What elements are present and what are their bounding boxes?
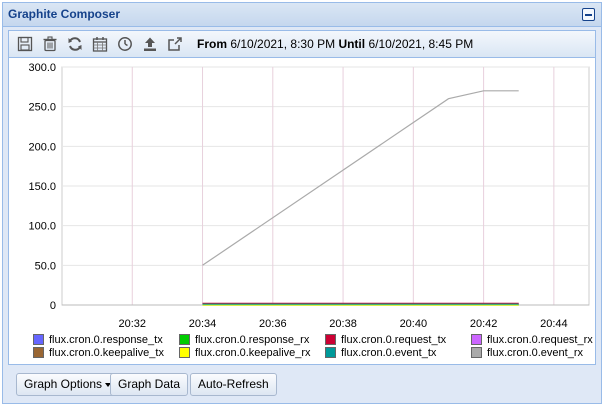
- graphite-composer-window: Graphite Composer From 6/10/2021, 8:30 P…: [2, 2, 602, 404]
- clock-icon[interactable]: [116, 35, 134, 53]
- legend-label: flux.cron.0.response_rx: [195, 334, 310, 346]
- graph-data-button[interactable]: Graph Data: [110, 373, 189, 396]
- window-titlebar: Graphite Composer: [3, 3, 601, 27]
- x-tick-label: 20:32: [119, 318, 147, 330]
- trash-icon[interactable]: [41, 35, 59, 53]
- legend-swatch: [33, 334, 44, 345]
- refresh-icon[interactable]: [66, 35, 84, 53]
- y-tick-label: 100.0: [28, 221, 56, 233]
- legend-label: flux.cron.0.response_tx: [49, 334, 163, 346]
- legend-swatch: [471, 347, 482, 358]
- auto-refresh-label: Auto-Refresh: [198, 377, 269, 391]
- line-chart: 300.0 250.0 200.0 150.0 100.0 50.0 0 20:32 20:34…: [28, 62, 590, 330]
- graph-options-button[interactable]: Graph Options: [16, 373, 120, 396]
- legend-label: flux.cron.0.event_tx: [341, 347, 437, 359]
- collapse-icon[interactable]: [582, 8, 595, 21]
- y-tick-label: 250.0: [28, 102, 56, 114]
- x-tick-label: 20:34: [189, 318, 217, 330]
- legend-label: flux.cron.0.request_tx: [341, 334, 447, 346]
- graph-options-label: Graph Options: [24, 377, 103, 391]
- until-value: 6/10/2021, 8:45 PM: [368, 37, 474, 51]
- legend-swatch: [471, 334, 482, 345]
- from-value: 6/10/2021, 8:30 PM: [230, 37, 336, 51]
- upload-icon[interactable]: [141, 35, 159, 53]
- x-tick-label: 20:42: [470, 318, 498, 330]
- save-icon[interactable]: [16, 35, 34, 53]
- composer-panel: From 6/10/2021, 8:30 PM Until 6/10/2021,…: [8, 30, 596, 365]
- y-tick-label: 300.0: [28, 62, 56, 74]
- x-tick-label: 20:40: [400, 318, 428, 330]
- auto-refresh-button[interactable]: Auto-Refresh: [190, 373, 277, 396]
- y-tick-label: 200.0: [28, 141, 56, 153]
- window-title: Graphite Composer: [8, 7, 121, 21]
- y-tick-label: 0: [50, 300, 56, 312]
- calendar-icon[interactable]: [91, 35, 109, 53]
- x-tick-label: 20:36: [259, 318, 287, 330]
- legend-label: flux.cron.0.keepalive_rx: [195, 347, 311, 359]
- legend-label: flux.cron.0.keepalive_tx: [49, 347, 164, 359]
- share-icon[interactable]: [166, 35, 184, 53]
- x-tick-label: 20:44: [540, 318, 568, 330]
- legend-swatch: [33, 347, 44, 358]
- legend-swatch: [325, 347, 336, 358]
- y-tick-label: 50.0: [35, 260, 56, 272]
- y-tick-label: 150.0: [28, 181, 56, 193]
- graph-data-label: Graph Data: [118, 377, 181, 391]
- time-range-text[interactable]: From 6/10/2021, 8:30 PM Until 6/10/2021,…: [197, 37, 473, 51]
- graph-image: 300.0 250.0 200.0 150.0 100.0 50.0 0 20:32 20:34…: [9, 59, 595, 364]
- until-label: Until: [338, 37, 366, 51]
- legend-label: flux.cron.0.event_rx: [487, 347, 583, 359]
- legend-swatch: [325, 334, 336, 345]
- legend-swatch: [179, 347, 190, 358]
- footer-toolbar: Graph Options Graph Data Auto-Refresh: [3, 367, 601, 403]
- legend-swatch: [179, 334, 190, 345]
- legend-label: flux.cron.0.request_rx: [487, 334, 593, 346]
- toolbar: From 6/10/2021, 8:30 PM Until 6/10/2021,…: [9, 31, 595, 58]
- from-label: From: [197, 37, 227, 51]
- x-tick-label: 20:38: [329, 318, 357, 330]
